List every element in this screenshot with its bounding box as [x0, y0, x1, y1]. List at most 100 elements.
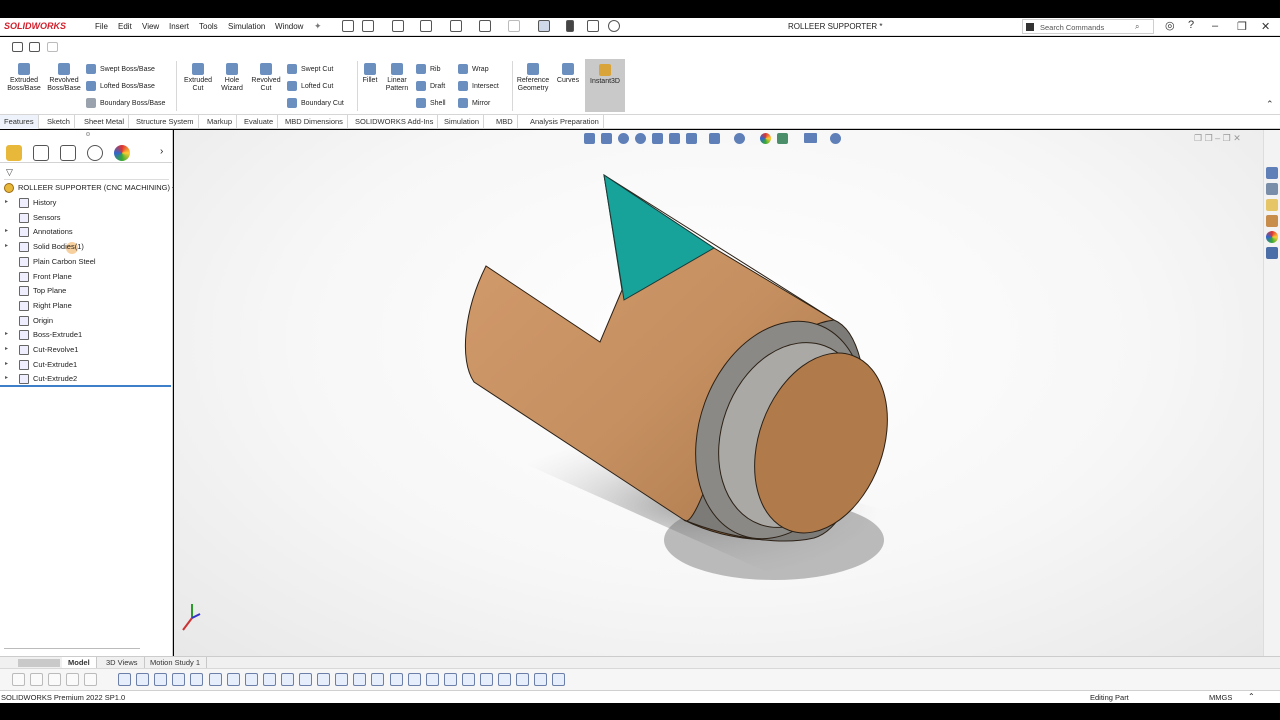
display-style-icon[interactable] — [686, 133, 697, 144]
file-explorer-icon[interactable] — [1266, 199, 1278, 211]
menu-simulation[interactable]: Simulation — [228, 22, 265, 31]
view-settings-icon[interactable] — [777, 133, 788, 144]
viewport-close-icon[interactable]: ✕ — [1233, 133, 1241, 143]
extruded-cut-button[interactable]: Extruded Cut — [180, 63, 216, 93]
menu-edit[interactable]: Edit — [118, 22, 132, 31]
selection-filter-icon[interactable] — [136, 673, 150, 686]
boundary-boss-button[interactable]: Boundary Boss/Base — [86, 97, 165, 109]
curves-button[interactable]: Curves — [554, 63, 582, 85]
open-icon[interactable] — [392, 20, 404, 32]
custom-properties-icon[interactable] — [1266, 247, 1278, 259]
tab-structure-system[interactable]: Structure System — [132, 115, 199, 129]
tab-analysis-preparation[interactable]: Analysis Preparation — [526, 115, 604, 129]
displaymanager-icon[interactable] — [114, 145, 130, 161]
viewport-restore-icon[interactable]: ❐ ❐ — [1194, 133, 1213, 143]
pin-icon[interactable]: ✦ — [314, 21, 322, 32]
wrap-button[interactable]: Wrap — [458, 63, 489, 75]
tab-sheet-metal[interactable]: Sheet Metal — [80, 115, 130, 129]
close-icon[interactable]: ✕ — [1261, 20, 1270, 33]
panel-scroll[interactable] — [4, 648, 140, 649]
monitor-icon[interactable] — [804, 133, 817, 143]
tree-item[interactable]: Sensors — [0, 211, 173, 225]
print-icon[interactable] — [450, 20, 462, 32]
intersect-button[interactable]: Intersect — [458, 80, 499, 92]
tree-item[interactable]: ▸ Solid Bodies(1) — [0, 240, 173, 254]
filter-edges-icon[interactable] — [30, 673, 43, 686]
menu-insert[interactable]: Insert — [169, 22, 189, 31]
tree-item[interactable]: ▸ Cut-Revolve1 — [0, 343, 173, 357]
swept-cut-button[interactable]: Swept Cut — [287, 63, 333, 75]
roller-body[interactable] — [464, 173, 911, 563]
model-canvas[interactable] — [174, 130, 1263, 656]
selection-filter-icon[interactable] — [443, 673, 457, 686]
dimxpertmanager-icon[interactable] — [87, 145, 103, 161]
solidworks-logo[interactable]: SOLIDWORKS — [4, 21, 66, 31]
extruded-boss-button[interactable]: Extruded Boss/Base — [4, 63, 44, 93]
zoom-area-icon[interactable] — [635, 133, 646, 144]
selection-filter-icon[interactable] — [317, 673, 331, 686]
expand-arrow-icon[interactable]: ▸ — [5, 360, 8, 367]
apply-scene-icon[interactable] — [760, 133, 771, 144]
expand-arrow-icon[interactable]: ▸ — [5, 330, 8, 337]
restore-icon[interactable]: ❐ — [1237, 20, 1247, 33]
shell-button[interactable]: Shell — [416, 97, 446, 109]
units-chevron-icon[interactable]: ⌃ — [1248, 692, 1255, 701]
home-icon[interactable] — [342, 20, 354, 32]
search-icon[interactable]: ⌕ — [1135, 22, 1139, 32]
hole-wizard-button[interactable]: Hole Wizard — [216, 63, 248, 93]
menu-window[interactable]: Window — [275, 22, 303, 31]
edit-appearance-icon[interactable] — [734, 133, 745, 144]
viewport-minimize-icon[interactable]: – ❐ — [1215, 133, 1231, 143]
tree-item[interactable]: ▸ Annotations — [0, 225, 173, 239]
selection-filter-icon[interactable] — [299, 673, 312, 686]
selection-filter-icon[interactable] — [226, 673, 240, 686]
tab-sketch[interactable]: Sketch — [43, 115, 75, 129]
select-icon[interactable] — [538, 20, 550, 32]
selection-filter-icon[interactable] — [534, 673, 548, 686]
featuremanager-tree-icon[interactable] — [6, 145, 22, 161]
graphics-area[interactable]: ❐ ❐ – ❐ ✕ — [174, 130, 1263, 656]
clear-filters-icon[interactable] — [84, 673, 97, 686]
view-orientation-icon[interactable] — [584, 133, 595, 144]
tree-item[interactable]: Front Plane — [0, 270, 173, 284]
view-palette-icon[interactable] — [29, 42, 40, 52]
previous-view-icon[interactable] — [601, 133, 612, 144]
selection-filter-icon[interactable] — [172, 673, 186, 686]
tree-item[interactable]: Right Plane — [0, 299, 173, 313]
selection-filter-icon[interactable] — [154, 673, 168, 686]
help-icon[interactable]: ? — [1188, 19, 1194, 31]
tab-markup[interactable]: Markup — [203, 115, 238, 129]
panel-handle-icon[interactable] — [86, 132, 90, 136]
redo-icon[interactable] — [508, 20, 520, 32]
draft-button[interactable]: Draft — [416, 80, 445, 92]
tab-solidworks-addins[interactable]: SOLIDWORKS Add-Ins — [351, 115, 439, 129]
solidworks-resources-icon[interactable] — [1266, 167, 1278, 179]
selection-filter-icon[interactable] — [244, 673, 258, 686]
selection-filter-icon[interactable] — [407, 673, 421, 686]
rib-button[interactable]: Rib — [416, 63, 441, 75]
mirror-button[interactable]: Mirror — [458, 97, 490, 109]
swept-boss-button[interactable]: Swept Boss/Base — [86, 63, 155, 75]
boundary-cut-button[interactable]: Boundary Cut — [287, 97, 344, 109]
appearances-icon[interactable] — [1266, 231, 1278, 243]
design-library-icon[interactable] — [1266, 183, 1278, 195]
tree-item[interactable]: Plain Carbon Steel — [0, 255, 173, 269]
filter-toolbar-icon[interactable] — [12, 673, 25, 686]
new-document-icon[interactable] — [362, 20, 374, 32]
selection-filter-icon[interactable] — [353, 673, 367, 686]
tab-simulation[interactable]: Simulation — [440, 115, 485, 129]
undo-icon[interactable] — [479, 20, 491, 32]
expand-arrow-icon[interactable]: ▸ — [5, 374, 8, 381]
selection-filter-icon[interactable] — [498, 673, 512, 686]
selection-filter-icon[interactable] — [208, 673, 222, 686]
selection-filter-icon[interactable] — [371, 673, 385, 686]
selection-filter-icon[interactable] — [262, 673, 276, 686]
tree-item[interactable]: Origin — [0, 314, 173, 328]
camera-icon[interactable] — [12, 42, 23, 52]
filter-faces-icon[interactable] — [48, 673, 61, 686]
units-label[interactable]: MMGS — [1209, 693, 1232, 702]
reference-geometry-button[interactable]: Reference Geometry — [514, 63, 552, 93]
tree-root[interactable]: ROLLEER SUPPORTER (CNC MACHINING) < — [0, 181, 176, 195]
minimize-icon[interactable]: – — [1212, 20, 1218, 32]
linear-pattern-button[interactable]: Linear Pattern — [382, 63, 412, 93]
